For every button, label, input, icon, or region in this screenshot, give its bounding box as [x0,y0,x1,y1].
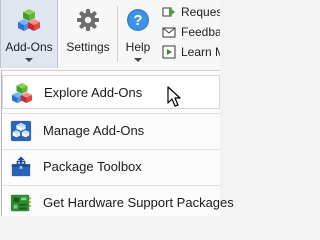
colored-cubes-icon [18,9,40,31]
request-support-label: Request [181,5,220,19]
feedback-icon [162,27,176,38]
help-icon: ? [127,9,149,31]
app-window: Add-Ons Settings ? Help Reques Feedba Le… [0,0,234,216]
package-toolbox-icon [11,156,31,177]
menu-item-manage-add-ons[interactable]: Manage Add-Ons [2,114,220,148]
menu-item-label: Get Hardware Support Packages [43,195,234,210]
feedback-label: Feedback [181,25,220,39]
manage-addons-icon [10,120,32,142]
menu-item-explore-add-ons[interactable]: Explore Add-Ons [2,75,220,109]
menu-item-package-toolbox[interactable]: Package Toolbox [2,150,220,184]
menu-item-get-hardware-support-packages[interactable]: Get Hardware Support Packages [2,186,234,220]
add-ons-label: Add-Ons [5,40,53,54]
settings-label: Settings [66,40,110,54]
colored-cubes-icon [11,82,33,104]
learn-matlab-label: Learn MATLAB [181,45,220,59]
learn-matlab-icon [162,45,176,59]
add-ons-button[interactable]: Add-Ons [0,0,58,68]
help-label: Help [125,40,151,54]
chevron-down-icon [25,58,33,62]
hardware-support-icon [10,194,32,212]
request-support-item[interactable]: Request [160,2,220,22]
menu-item-label: Package Toolbox [43,159,142,174]
learn-matlab-item[interactable]: Learn MATLAB [160,42,220,62]
menu-item-label: Explore Add-Ons [44,85,143,100]
ribbon-toolstrip: Add-Ons Settings ? Help Reques Feedba Le… [0,0,220,70]
add-ons-dropdown-menu: Explore Add-Ons Manage Add-Ons Package T… [1,70,234,216]
menu-item-label: Manage Add-Ons [43,123,145,138]
request-support-icon [162,7,175,17]
chevron-down-icon [134,58,142,62]
help-button[interactable]: ? Help [118,0,158,68]
settings-button[interactable]: Settings [60,0,116,68]
gear-icon [77,9,99,31]
feedback-item[interactable]: Feedback [160,22,220,42]
svg-text:?: ? [133,12,142,29]
resources-list: Request Feedback Learn MATLAB [160,2,220,62]
mouse-cursor-icon [167,86,181,107]
